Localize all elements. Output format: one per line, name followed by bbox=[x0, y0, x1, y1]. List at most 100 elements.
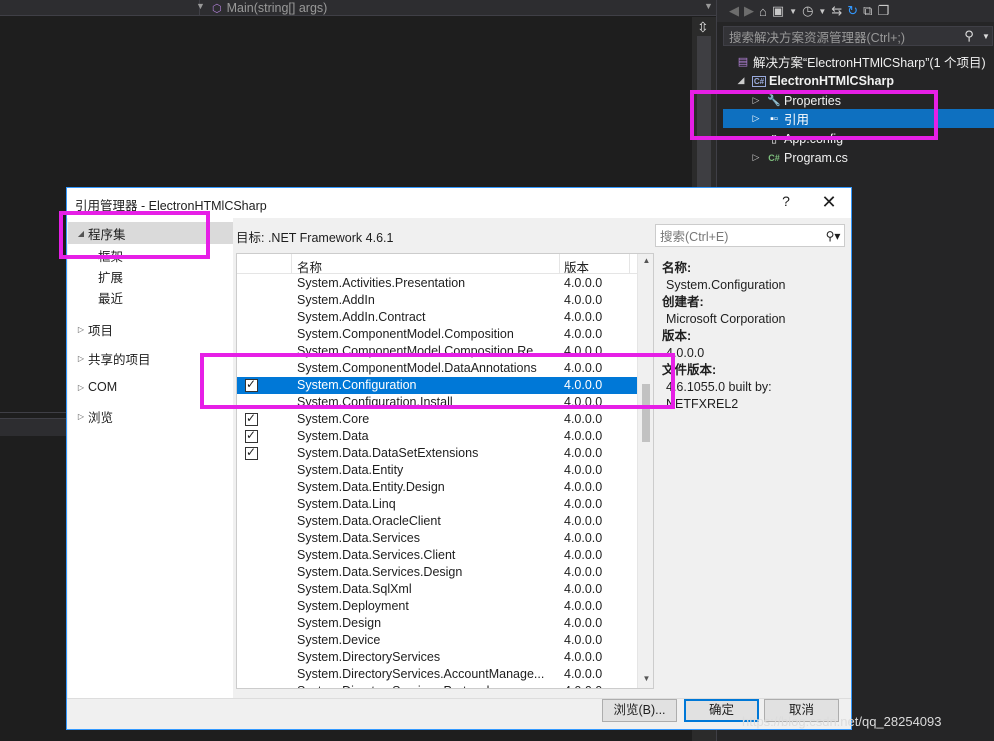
search-icon[interactable]: ⚲▾ bbox=[822, 229, 844, 243]
assembly-checkbox[interactable] bbox=[245, 583, 258, 596]
table-row[interactable]: System.ComponentModel.Composition 4.0.0.0 bbox=[237, 326, 637, 343]
chevron-down-icon[interactable]: ▼ bbox=[196, 1, 205, 11]
assembly-checkbox[interactable] bbox=[245, 411, 258, 426]
table-row[interactable]: System.Deployment 4.0.0.0 bbox=[237, 598, 637, 615]
table-row[interactable]: System.ComponentModel.DataAnnotations 4.0… bbox=[237, 360, 637, 377]
assembly-checkbox[interactable] bbox=[245, 532, 258, 545]
show-all-files-icon[interactable]: ❐ bbox=[877, 3, 889, 19]
pending-changes-icon[interactable]: ◷ bbox=[802, 3, 813, 19]
expand-arrow-icon[interactable]: ▷ bbox=[748, 95, 764, 106]
assembly-checkbox[interactable] bbox=[245, 685, 258, 688]
nav-item-shared-projects[interactable]: ▷ 共享的项目 bbox=[68, 347, 233, 369]
table-row[interactable]: System.Data.OracleClient 4.0.0.0 bbox=[237, 513, 637, 530]
version-column-header[interactable]: 版本 bbox=[560, 254, 630, 275]
browse-button[interactable]: 浏览(B)... bbox=[602, 699, 677, 722]
tree-item-program-cs[interactable]: ▷ C# Program.cs bbox=[748, 148, 994, 167]
assembly-checkbox[interactable] bbox=[245, 311, 258, 324]
expand-arrow-icon[interactable]: ▷ bbox=[68, 325, 88, 334]
expand-arrow-icon[interactable]: ▷ bbox=[68, 383, 88, 392]
table-row[interactable]: System.ComponentModel.Composition.Re... 4… bbox=[237, 343, 637, 360]
refresh-icon[interactable]: ↻ bbox=[847, 3, 858, 19]
tree-item-properties[interactable]: ▷ 🔧 Properties bbox=[748, 91, 994, 110]
back-icon[interactable]: ◀ bbox=[729, 3, 739, 19]
assembly-checkbox[interactable] bbox=[245, 396, 258, 409]
table-row[interactable]: System.Data.DataSetExtensions 4.0.0.0 bbox=[237, 445, 637, 462]
table-row[interactable]: System.Data 4.0.0.0 bbox=[237, 428, 637, 445]
assembly-checkbox[interactable] bbox=[245, 617, 258, 630]
nav-item-recent[interactable]: 最近 bbox=[98, 287, 123, 307]
split-window-icon[interactable]: ⇳ bbox=[697, 19, 709, 36]
table-row[interactable]: System.Data.Entity 4.0.0.0 bbox=[237, 462, 637, 479]
table-row[interactable]: System.DirectoryServices.AccountManage..… bbox=[237, 666, 637, 683]
assembly-checkbox[interactable] bbox=[245, 668, 258, 681]
nav-item-assemblies[interactable]: ◢ 程序集 bbox=[68, 222, 233, 244]
table-row[interactable]: System.Data.Services 4.0.0.0 bbox=[237, 530, 637, 547]
tree-item-app-config[interactable]: ▯ App.config bbox=[764, 129, 994, 148]
assembly-checkbox[interactable] bbox=[245, 549, 258, 562]
table-row[interactable]: System.AddIn 4.0.0.0 bbox=[237, 292, 637, 309]
table-row[interactable]: System.Activities.Presentation 4.0.0.0 bbox=[237, 275, 637, 292]
assembly-checkbox[interactable] bbox=[245, 515, 258, 528]
type-selector[interactable] bbox=[0, 0, 200, 16]
expand-arrow-icon[interactable]: ◢ bbox=[733, 75, 749, 86]
nav-item-com[interactable]: ▷ COM bbox=[68, 376, 233, 398]
assembly-checkbox[interactable] bbox=[245, 445, 258, 460]
assembly-checkbox[interactable] bbox=[245, 294, 258, 307]
assembly-checkbox[interactable] bbox=[245, 464, 258, 477]
solution-node[interactable]: ▤ 解决方案“ElectronHTMlCSharp”(1 个项目) bbox=[733, 52, 994, 71]
table-row[interactable]: System.Configuration.Install 4.0.0.0 bbox=[237, 394, 637, 411]
expand-arrow-icon[interactable]: ▷ bbox=[748, 152, 764, 163]
table-row[interactable]: System.DirectoryServices.Protocols 4.0.0.… bbox=[237, 683, 637, 688]
table-row[interactable]: System.AddIn.Contract 4.0.0.0 bbox=[237, 309, 637, 326]
expand-arrow-icon[interactable]: ▷ bbox=[68, 412, 88, 421]
assembly-checkbox[interactable] bbox=[245, 277, 258, 290]
expand-arrow-icon[interactable]: ▷ bbox=[68, 354, 88, 363]
table-row[interactable]: System.Configuration 4.0.0.0 bbox=[237, 377, 637, 394]
assembly-checkbox[interactable] bbox=[245, 428, 258, 443]
scroll-up-icon[interactable]: ▲ bbox=[638, 256, 653, 265]
assembly-checkbox[interactable] bbox=[245, 481, 258, 494]
nav-item-extensions[interactable]: 扩展 bbox=[98, 266, 123, 286]
assembly-checkbox[interactable] bbox=[245, 634, 258, 647]
sync-icon[interactable]: ⇆ bbox=[831, 3, 842, 19]
nav-item-projects[interactable]: ▷ 项目 bbox=[68, 318, 233, 340]
switch-views-icon[interactable]: ▣ bbox=[772, 3, 784, 19]
assembly-checkbox[interactable] bbox=[245, 328, 258, 341]
assembly-checkbox[interactable] bbox=[245, 498, 258, 511]
assembly-checkbox[interactable] bbox=[245, 566, 258, 579]
table-row[interactable]: System.Device 4.0.0.0 bbox=[237, 632, 637, 649]
table-row[interactable]: System.DirectoryServices 4.0.0.0 bbox=[237, 649, 637, 666]
table-row[interactable]: System.Data.Entity.Design 4.0.0.0 bbox=[237, 479, 637, 496]
solution-search-box[interactable]: 搜索解决方案资源管理器(Ctrl+;) ⚲ ▼ bbox=[723, 26, 993, 46]
name-column-header[interactable]: 名称 bbox=[292, 254, 560, 275]
table-row[interactable]: System.Data.Linq 4.0.0.0 bbox=[237, 496, 637, 513]
nav-item-browse[interactable]: ▷ 浏览 bbox=[68, 405, 233, 427]
solution-search-input[interactable]: 搜索解决方案资源管理器(Ctrl+;) bbox=[724, 27, 958, 46]
chevron-down-icon[interactable]: ▼ bbox=[980, 32, 992, 41]
assembly-checkbox[interactable] bbox=[245, 362, 258, 375]
table-row[interactable]: System.Data.Services.Client 4.0.0.0 bbox=[237, 547, 637, 564]
search-icon[interactable]: ⚲ bbox=[958, 28, 980, 44]
list-scroll-thumb[interactable] bbox=[642, 384, 650, 442]
home-icon[interactable]: ⌂ bbox=[759, 4, 767, 19]
chevron-down-icon[interactable]: ▼ bbox=[704, 1, 713, 11]
forward-icon[interactable]: ▶ bbox=[744, 3, 754, 19]
assembly-checkbox[interactable] bbox=[245, 345, 258, 358]
method-selector[interactable]: ⬡ Main(string[] args) bbox=[212, 0, 327, 16]
collapse-arrow-icon[interactable]: ◢ bbox=[68, 229, 88, 238]
close-button[interactable]: ✕ bbox=[817, 192, 841, 214]
list-scrollbar[interactable]: ▲ ▼ bbox=[637, 254, 653, 688]
expand-arrow-icon[interactable]: ▷ bbox=[748, 113, 764, 124]
assembly-checkbox[interactable] bbox=[245, 651, 258, 664]
checkbox-column-header[interactable] bbox=[237, 254, 292, 274]
assembly-checkbox[interactable] bbox=[245, 377, 258, 392]
assembly-search-box[interactable]: 搜索(Ctrl+E) ⚲▾ bbox=[655, 224, 845, 247]
help-button[interactable]: ? bbox=[776, 193, 796, 213]
collapse-all-icon[interactable]: ⧉ bbox=[863, 3, 872, 19]
scroll-down-icon[interactable]: ▼ bbox=[638, 674, 653, 683]
chevron-down-icon[interactable]: ▼ bbox=[789, 7, 797, 16]
table-row[interactable]: System.Data.Services.Design 4.0.0.0 bbox=[237, 564, 637, 581]
chevron-down-icon[interactable]: ▼ bbox=[818, 7, 826, 16]
table-row[interactable]: System.Data.SqlXml 4.0.0.0 bbox=[237, 581, 637, 598]
project-node[interactable]: ◢ C# ElectronHTMlCSharp bbox=[733, 71, 994, 90]
